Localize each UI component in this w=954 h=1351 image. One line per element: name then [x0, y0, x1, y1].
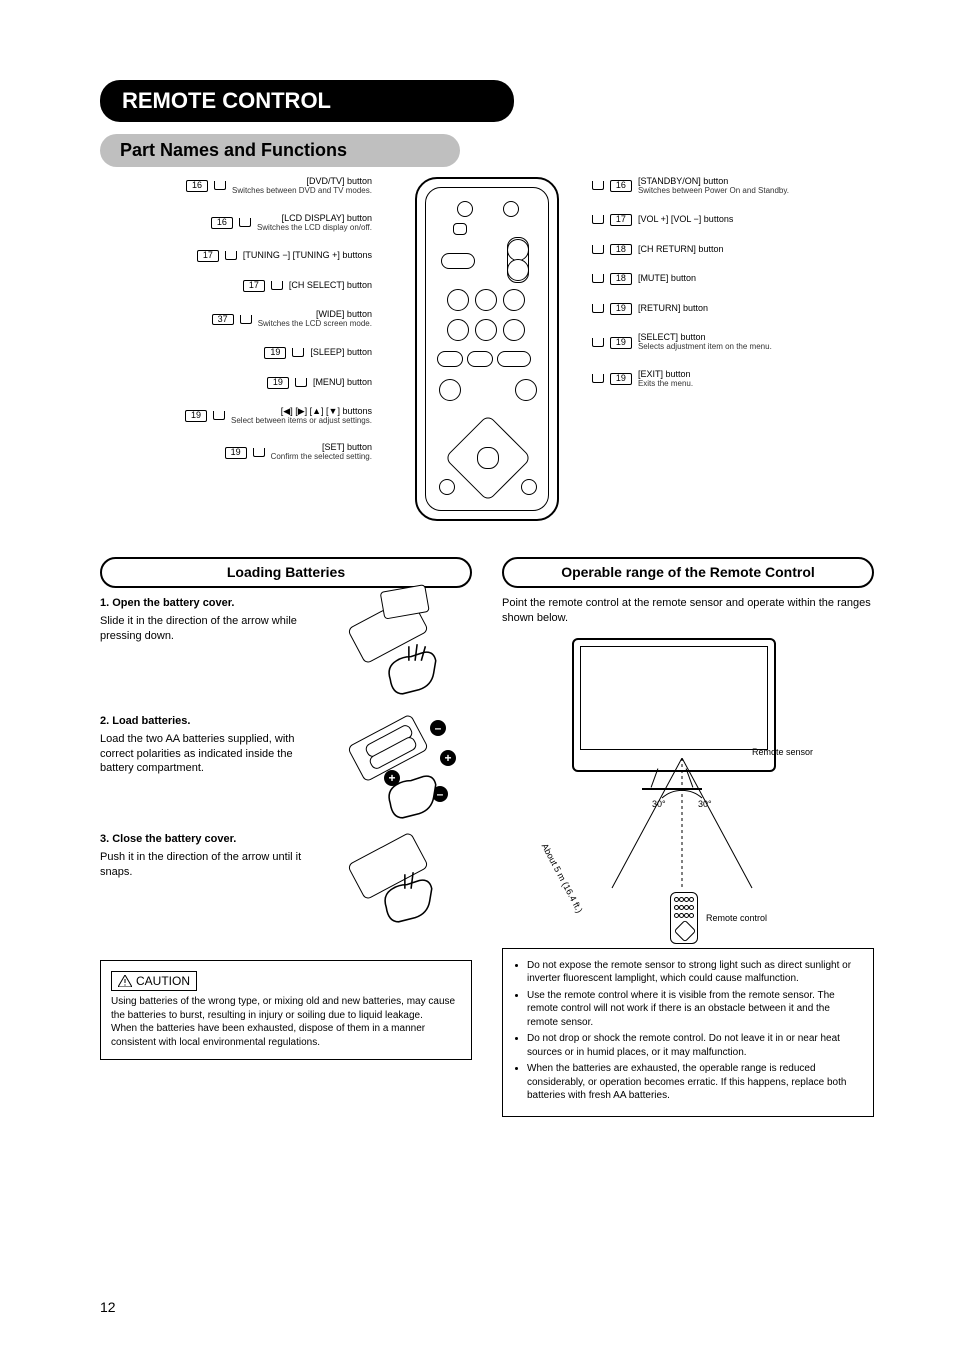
step-1: 1. Open the battery cover. Slide it in t… [100, 596, 472, 706]
callout: 17[VOL +] [VOL −] buttons [592, 214, 733, 226]
tv-icon [572, 638, 776, 772]
loading-batteries-heading: Loading Batteries [100, 557, 472, 588]
remote-diagram: [DVD/TV] buttonSwitches between DVD and … [100, 177, 874, 537]
callout: 18[CH RETURN] button [592, 244, 724, 256]
callout: [LCD DISPLAY] buttonSwitches the LCD dis… [211, 214, 372, 233]
callouts-left: [DVD/TV] buttonSwitches between DVD and … [185, 177, 372, 462]
page-number: 12 [100, 1299, 116, 1315]
callout: [SET] buttonConfirm the selected setting… [225, 443, 372, 462]
callouts-right: 16[STANDBY/ON] buttonSwitches between Po… [592, 177, 789, 389]
sensor-label: Remote sensor [752, 746, 813, 758]
operable-range-intro: Point the remote control at the remote s… [502, 596, 874, 626]
operable-range-heading: Operable range of the Remote Control [502, 557, 874, 588]
step3-illustration [322, 832, 472, 942]
mini-remote-icon [670, 892, 698, 944]
info-box: Do not expose the remote sensor to stron… [502, 948, 874, 1117]
remote-label: Remote control [706, 912, 767, 924]
callout: 18[MUTE] button [592, 273, 696, 285]
step1-illustration [322, 596, 472, 706]
callout: [CH SELECT] button17 [243, 280, 372, 292]
callout: [MENU] button19 [267, 377, 372, 389]
callout: 19[EXIT] buttonExits the menu. [592, 370, 693, 389]
left-column: Loading Batteries 1. Open the battery co… [100, 557, 472, 1117]
angle-left: 30° [652, 798, 666, 810]
distance-label: About 5 m (16.4 ft.) [539, 841, 586, 915]
callout: [WIDE] buttonSwitches the LCD screen mod… [212, 310, 372, 329]
info-bullet: When the batteries are exhausted, the op… [527, 1062, 863, 1103]
polarity-minus-icon: – [430, 720, 446, 736]
info-bullet: Use the remote control where it is visib… [527, 989, 863, 1030]
right-column: Operable range of the Remote Control Poi… [502, 557, 874, 1117]
callout: 16[STANDBY/ON] buttonSwitches between Po… [592, 177, 789, 196]
callout: 19[SELECT] buttonSelects adjustment item… [592, 333, 772, 352]
info-bullet: Do not drop or shock the remote control.… [527, 1032, 863, 1059]
step-2: 2. Load batteries. Load the two AA batte… [100, 714, 472, 824]
section-title: REMOTE CONTROL [100, 80, 514, 122]
info-bullet: Do not expose the remote sensor to stron… [527, 959, 863, 986]
angle-right: 30° [698, 798, 712, 810]
callout: [DVD/TV] buttonSwitches between DVD and … [186, 177, 372, 196]
manual-page: REMOTE CONTROL Part Names and Functions [0, 0, 954, 1351]
callout: [◀] [▶] [▲] [▼] buttonsSelect between it… [185, 407, 372, 426]
callout: 19[RETURN] button [592, 303, 708, 315]
body-columns: Loading Batteries 1. Open the battery co… [100, 557, 874, 1117]
tv-range-diagram: Remote sensor 30° 30° About 5 m (16.4 ft… [502, 638, 874, 938]
warning-icon [118, 975, 132, 987]
remote-outline [415, 177, 559, 521]
callout: [TUNING −] [TUNING +] buttons17 [197, 250, 372, 262]
caution-label: CAUTION [111, 971, 197, 991]
step2-illustration: – + + – [322, 714, 472, 824]
caution-text: Using batteries of the wrong type, or mi… [111, 995, 461, 1049]
callout: [SLEEP] button19 [264, 347, 372, 359]
step-3: 3. Close the battery cover. Push it in t… [100, 832, 472, 942]
caution-box: CAUTION Using batteries of the wrong typ… [100, 960, 472, 1060]
section-subtitle: Part Names and Functions [100, 134, 460, 167]
